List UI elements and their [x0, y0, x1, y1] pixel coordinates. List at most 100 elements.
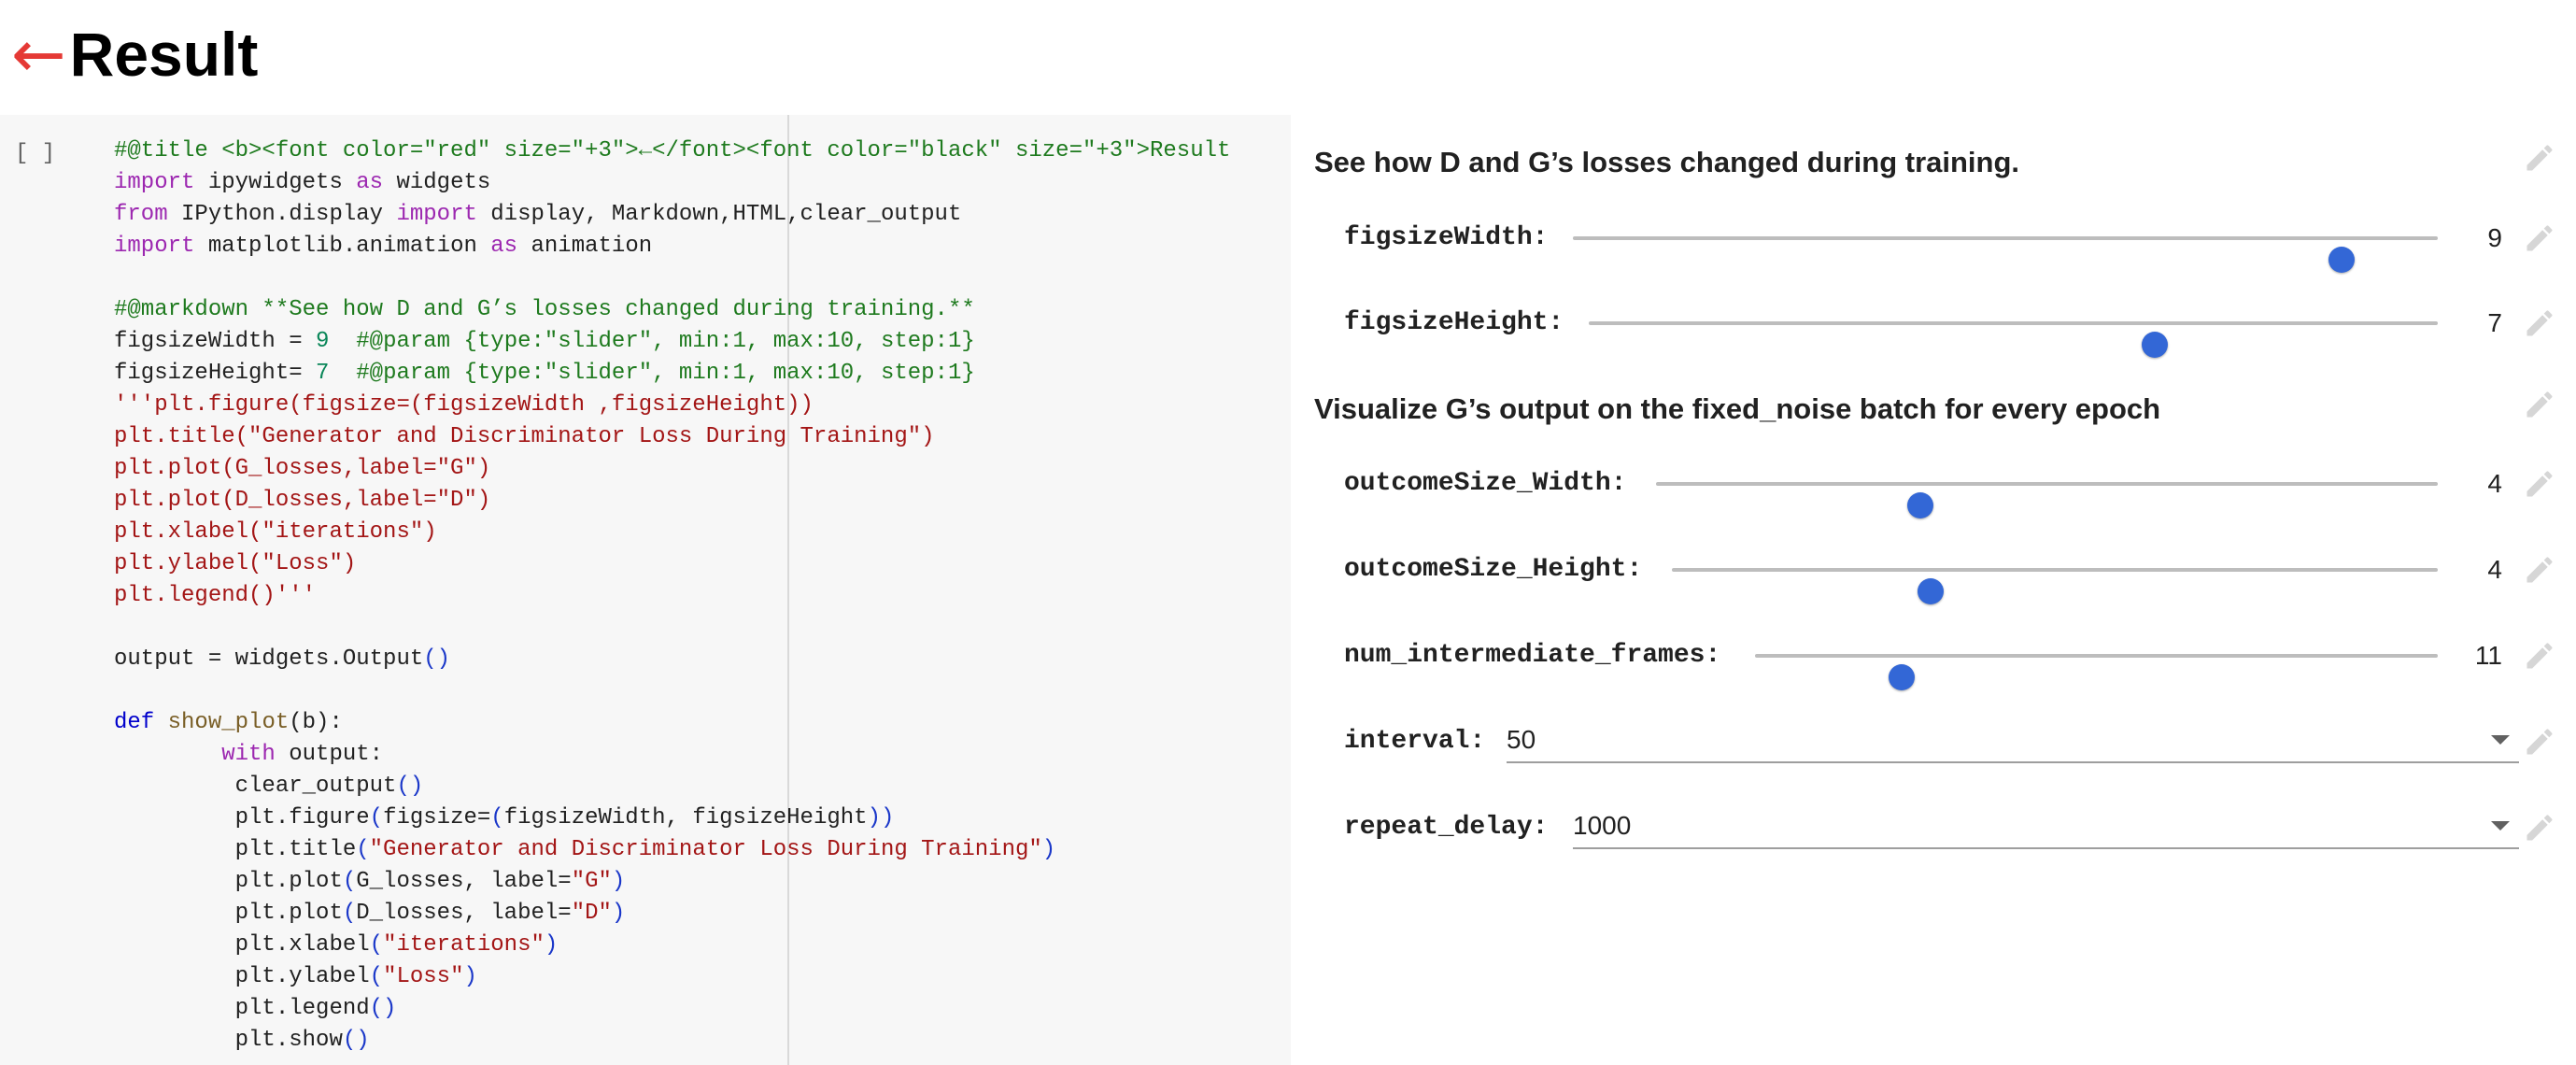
chevron-down-icon[interactable] — [2491, 735, 2510, 745]
param-figsize-height: figsizeHeight: 7 — [1344, 300, 2576, 358]
param-label: figsizeHeight: — [1344, 308, 1564, 337]
interval-select[interactable]: 50 — [1507, 718, 2519, 763]
code-token: #@markdown **See how D and G’s losses ch… — [114, 297, 975, 322]
chevron-down-icon[interactable] — [2491, 821, 2510, 831]
code-token: plt.plot(D_losses,label="D") — [114, 488, 491, 513]
code-token: 9 — [316, 329, 330, 354]
param-outcome-width: outcomeSize_Width: 4 — [1344, 461, 2576, 518]
figsize-width-slider[interactable] — [1573, 236, 2438, 273]
select-value: 1000 — [1573, 811, 1632, 840]
code-token: () — [423, 646, 451, 672]
code-token: plt.show — [114, 1028, 343, 1053]
code-token: plt.title("Generator and Discriminator L… — [114, 424, 935, 449]
pencil-icon[interactable] — [2523, 725, 2556, 759]
code-line: plt.show() — [114, 1025, 1230, 1057]
code-token: output = widgets.Output — [114, 646, 424, 672]
code-token: )) — [867, 805, 895, 831]
code-token: plt.figure — [114, 805, 370, 831]
pencil-icon[interactable] — [2523, 467, 2556, 501]
code-token: "G" — [571, 869, 612, 894]
param-value: 4 — [2487, 469, 2502, 498]
code-line: import ipywidgets as widgets — [114, 167, 1230, 199]
slider-thumb[interactable] — [1918, 578, 1945, 604]
code-token: animation — [517, 234, 653, 259]
num-frames-slider[interactable] — [1755, 654, 2438, 690]
param-outcome-height: outcomeSize_Height: 4 — [1344, 547, 2576, 604]
form-panel: See how D and G’s losses changed during … — [1291, 115, 2576, 1065]
repeat-delay-select[interactable]: 1000 — [1573, 804, 2519, 849]
slider-thumb[interactable] — [2142, 332, 2169, 358]
code-token: ( — [490, 805, 504, 831]
pencil-icon[interactable] — [2523, 639, 2556, 673]
code-token: plt.xlabel("iterations") — [114, 519, 437, 545]
code-token: 7 — [316, 361, 330, 386]
code-token: plt.title — [114, 837, 357, 862]
code-token: plt.plot — [114, 901, 343, 926]
slider-thumb[interactable] — [1906, 492, 1933, 518]
back-arrow-icon: ← — [11, 16, 66, 92]
code-line: plt.xlabel("iterations") — [114, 930, 1230, 961]
pencil-icon[interactable] — [2523, 221, 2556, 255]
pencil-icon[interactable] — [2523, 141, 2556, 175]
code-token: plt.xlabel — [114, 932, 370, 958]
code-line: plt.plot(D_losses,label="D") — [114, 485, 1230, 517]
pencil-icon[interactable] — [2523, 553, 2556, 587]
code-token: figsizeWidth, figsizeHeight — [503, 805, 868, 831]
code-token: import — [114, 234, 195, 259]
code-token: plt.ylabel — [114, 964, 370, 989]
code-token: clear_output — [114, 774, 397, 799]
code-line: figsizeWidth = 9 #@param {type:"slider",… — [114, 326, 1230, 358]
slider-thumb[interactable] — [2328, 247, 2356, 273]
code-token: ) — [1041, 837, 1056, 862]
code-token: display, Markdown,HTML,clear_output — [476, 202, 962, 227]
code-token: #@title <b><font color="red" size="+3">←… — [114, 138, 1231, 163]
code-token: () — [369, 996, 397, 1021]
code-token: #@param {type:"slider", min:1, max:10, s… — [356, 361, 975, 386]
code-token: widgets — [383, 170, 491, 195]
code-line: plt.legend() — [114, 993, 1230, 1025]
pencil-icon[interactable] — [2523, 811, 2556, 845]
code-token: def — [114, 710, 155, 735]
code-line: figsizeHeight= 7 #@param {type:"slider",… — [114, 358, 1230, 390]
code-line: plt.plot(G_losses, label="G") — [114, 866, 1230, 898]
param-label: outcomeSize_Height: — [1344, 555, 1643, 584]
code-token: plt.ylabel("Loss") — [114, 551, 357, 576]
code-token: ) — [463, 964, 477, 989]
run-cell-button[interactable]: [ ] — [15, 141, 55, 166]
code-line: plt.figure(figsize=(figsizeWidth, figsiz… — [114, 802, 1230, 834]
pencil-icon[interactable] — [2523, 388, 2556, 421]
param-repeat-delay: repeat_delay: 1000 — [1344, 804, 2576, 851]
code-line: plt.plot(D_losses, label="D") — [114, 898, 1230, 930]
pencil-icon[interactable] — [2523, 306, 2556, 340]
code-token: matplotlib.animation — [194, 234, 491, 259]
param-label: num_intermediate_frames: — [1344, 641, 1721, 670]
code-token: G_losses, label= — [356, 869, 572, 894]
select-value: 50 — [1507, 725, 1536, 754]
code-line: plt.legend()''' — [114, 580, 1230, 612]
code-line: plt.title("Generator and Discriminator L… — [114, 421, 1230, 453]
code-editor[interactable]: [ ] #@title <b><font color="red" size="+… — [0, 115, 1291, 1065]
page-title: Result — [69, 20, 259, 89]
slider-thumb[interactable] — [1889, 664, 1916, 690]
code-token: ( — [369, 805, 384, 831]
code-line: output = widgets.Output() — [114, 644, 1230, 675]
code-token: D_losses, label= — [356, 901, 572, 926]
code-token: as — [490, 234, 518, 259]
code-token: "D" — [571, 901, 612, 926]
param-num-frames: num_intermediate_frames: 11 — [1344, 632, 2576, 690]
code-token: plt.legend — [114, 996, 370, 1021]
code-line: from IPython.display import display, Mar… — [114, 199, 1230, 231]
figsize-height-slider[interactable] — [1589, 321, 2438, 358]
outcome-height-slider[interactable] — [1672, 568, 2438, 604]
param-label: outcomeSize_Width: — [1344, 469, 1627, 498]
code-line: plt.plot(G_losses,label="G") — [114, 453, 1230, 485]
code-lines: #@title <b><font color="red" size="+3">←… — [114, 135, 1230, 1057]
param-figsize-width: figsizeWidth: 9 — [1344, 215, 2576, 273]
form-heading-losses: See how D and G’s losses changed during … — [1314, 146, 2020, 178]
outcome-width-slider[interactable] — [1656, 482, 2438, 518]
code-token: show_plot — [167, 710, 290, 735]
param-value: 11 — [2474, 641, 2502, 670]
